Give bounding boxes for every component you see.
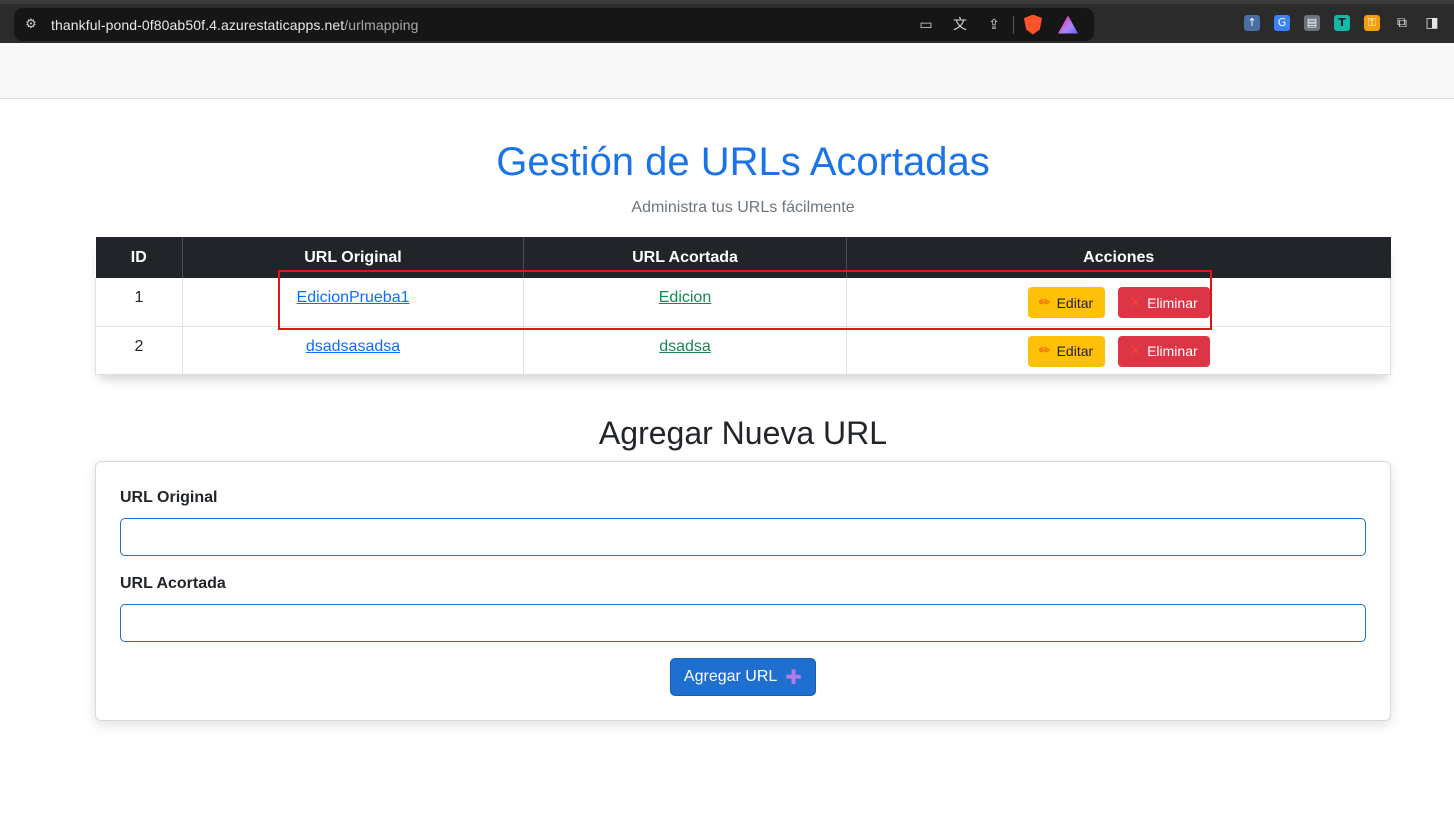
translate-icon[interactable]: 文 (951, 16, 969, 34)
url-acortada-label: URL Acortada (120, 575, 226, 592)
row-short-cell: Edicion (523, 278, 847, 327)
url-table: ID URL Original URL Acortada Acciones 1 … (95, 237, 1391, 375)
brave-rewards-icon[interactable] (1058, 15, 1078, 34)
extension-3-icon[interactable]: ▤ (1304, 15, 1320, 31)
x-icon: ✕ (1129, 294, 1142, 311)
app-navbar (0, 43, 1454, 99)
pencil-icon: ✏ (1038, 343, 1051, 359)
extension-key-icon[interactable]: ⚿ (1364, 15, 1380, 31)
share-icon[interactable]: ⇪ (985, 16, 1003, 34)
edit-button[interactable]: ✏ Editar (1027, 287, 1105, 318)
pencil-icon: ✏ (1038, 294, 1051, 311)
url-host: thankful-pond-0f80ab50f.4.azurestaticapp… (51, 16, 345, 33)
url-text[interactable]: thankful-pond-0f80ab50f.4.azurestaticapp… (51, 17, 419, 33)
address-divider (1013, 15, 1014, 34)
row-actions: ✏ Editar ✕ Eliminar (846, 326, 1391, 375)
brave-shields-icon[interactable] (1024, 14, 1042, 35)
header-url-acortada: URL Acortada (523, 237, 847, 278)
table-header-row: ID URL Original URL Acortada Acciones (95, 237, 1391, 278)
x-icon: ✕ (1129, 343, 1142, 359)
table-row: 2 dsadsasadsa dsadsa ✏ Editar ✕ Eliminar (95, 326, 1391, 375)
google-translate-extension-icon[interactable]: G (1274, 15, 1290, 31)
row-id: 1 (95, 278, 183, 327)
delete-button-label: Eliminar (1147, 343, 1198, 359)
add-url-form: URL Original URL Acortada Agregar URL ✚ (95, 461, 1391, 721)
edit-button[interactable]: ✏ Editar (1027, 335, 1105, 367)
header-id: ID (95, 237, 183, 278)
url-table-container: ID URL Original URL Acortada Acciones 1 … (95, 237, 1391, 375)
original-url-link[interactable]: EdicionPrueba1 (297, 289, 410, 306)
delete-button-label: Eliminar (1147, 294, 1198, 311)
edit-button-label: Editar (1056, 343, 1094, 359)
table-row: 1 EdicionPrueba1 Edicion ✏ Editar ✕ Elimina… (95, 278, 1391, 327)
header-url-original: URL Original (182, 237, 524, 278)
add-url-button[interactable]: Agregar URL ✚ (670, 658, 816, 696)
cast-icon[interactable]: ▭ (917, 16, 935, 34)
row-original-cell: EdicionPrueba1 (182, 278, 524, 327)
short-url-link[interactable]: Edicion (659, 289, 711, 306)
delete-button[interactable]: ✕ Eliminar (1117, 335, 1210, 367)
page-title: Gestión de URLs Acortadas (496, 140, 990, 184)
address-bar-actions: ▭ 文 ⇪ (917, 8, 1078, 41)
plus-icon: ✚ (785, 665, 803, 689)
edit-button-label: Editar (1056, 294, 1094, 311)
row-id: 2 (95, 326, 183, 375)
extensions-puzzle-icon[interactable]: ⧉ (1394, 15, 1410, 31)
delete-button[interactable]: ✕ Eliminar (1117, 287, 1210, 318)
row-actions: ✏ Editar ✕ Eliminar (846, 278, 1391, 327)
add-url-section-title: Agregar Nueva URL (598, 415, 888, 451)
row-short-cell: dsadsa (523, 326, 847, 375)
extension-t-icon[interactable]: T (1334, 15, 1350, 31)
url-original-input[interactable] (120, 518, 1366, 556)
header-acciones: Acciones (846, 237, 1391, 278)
sidebar-toggle-icon[interactable]: ◨ (1424, 15, 1440, 31)
site-settings-icon[interactable]: ⚙ (23, 17, 39, 33)
extension-1-icon[interactable]: ↑ (1244, 15, 1260, 31)
short-url-link[interactable]: dsadsa (659, 338, 711, 355)
url-acortada-input[interactable] (120, 604, 1366, 642)
url-original-label: URL Original (120, 489, 218, 506)
add-url-button-label: Agregar URL (683, 668, 778, 685)
original-url-link[interactable]: dsadsasadsa (306, 338, 400, 355)
row-original-cell: dsadsasadsa (182, 326, 524, 375)
url-path: /urlmapping (344, 16, 419, 33)
address-bar[interactable]: ⚙ thankful-pond-0f80ab50f.4.azurestatica… (14, 8, 1094, 41)
extensions-bar: ↑ G ▤ T ⚿ ⧉ ◨ (1244, 15, 1440, 31)
browser-toolbar: ⚙ thankful-pond-0f80ab50f.4.azurestatica… (0, 0, 1454, 43)
page-subtitle: Administra tus URLs fácilmente (631, 199, 855, 216)
